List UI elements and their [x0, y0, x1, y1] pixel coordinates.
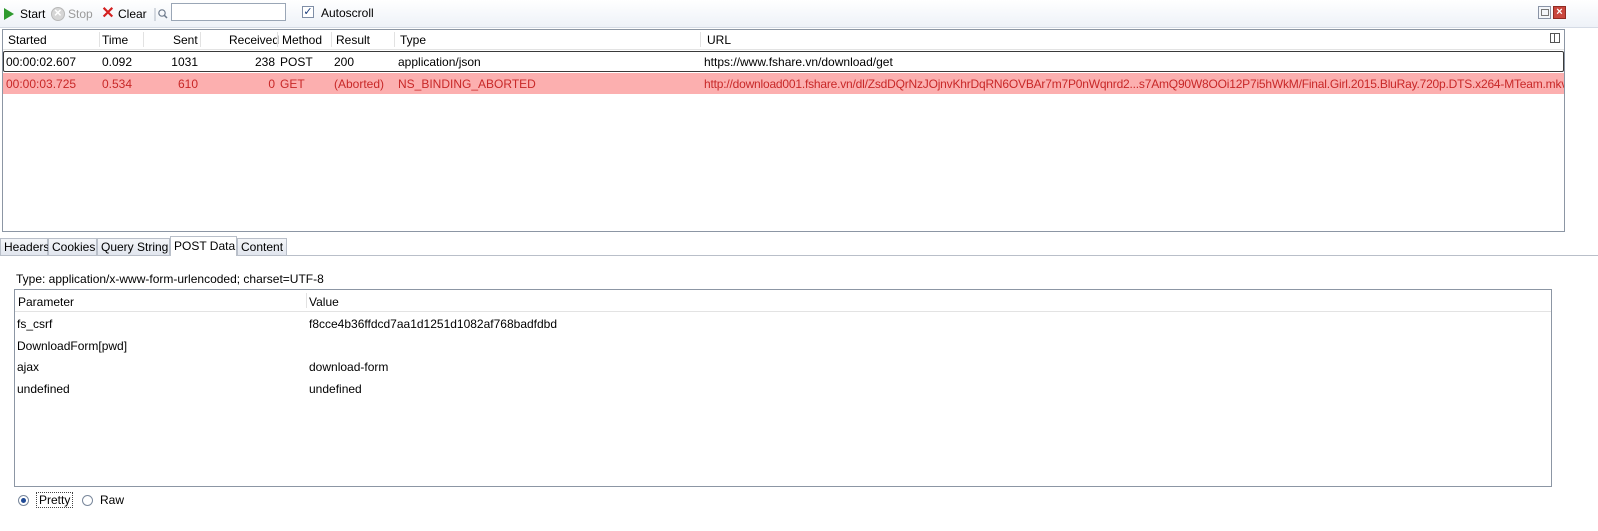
cell-result: 200 [334, 55, 355, 69]
tab-label: Content [241, 240, 284, 254]
raw-radio-option[interactable]: Raw [82, 492, 124, 508]
parameter-row[interactable]: ajax download-form [15, 356, 1551, 377]
parameter-table-header: Parameter Value [15, 290, 1551, 312]
column-separator[interactable] [331, 32, 332, 47]
clear-icon: ✕ [101, 4, 115, 22]
cell-started: 00:00:03.725 [6, 77, 77, 91]
column-separator[interactable] [306, 293, 307, 308]
tab-post-data[interactable]: POST Data [170, 236, 237, 256]
request-row[interactable]: 00:00:03.725 0.534 610 0 GET (Aborted) N… [3, 73, 1564, 94]
cell-method: GET [280, 77, 305, 91]
tab-label: Cookies [52, 240, 96, 254]
stop-button[interactable]: Stop [51, 5, 93, 22]
raw-radio[interactable] [82, 494, 93, 506]
param-name: fs_csrf [17, 317, 53, 331]
cell-received: 0 [268, 77, 275, 91]
toolbar: Start Stop ✕ Clear ✓ Autoscroll × [0, 0, 1598, 28]
start-label: Start [20, 6, 46, 21]
cell-url: https://www.fshare.vn/download/get [704, 55, 893, 69]
column-method[interactable]: Method [282, 33, 322, 47]
column-chooser-icon[interactable] [1550, 33, 1560, 43]
restore-window-icon[interactable] [1538, 6, 1551, 19]
tab-label: POST Data [174, 239, 236, 253]
column-parameter[interactable]: Parameter [18, 295, 74, 309]
column-separator[interactable] [700, 32, 701, 47]
column-time[interactable]: Time [102, 33, 128, 47]
detail-tabs: Headers Cookies Query String POST Data C… [0, 236, 1598, 256]
cell-result: (Aborted) [334, 77, 385, 91]
parameter-row[interactable]: DownloadForm[pwd] [15, 335, 1551, 356]
stop-label: Stop [68, 6, 93, 21]
pretty-label: Pretty [36, 492, 74, 508]
pretty-radio-option[interactable]: Pretty [18, 492, 74, 508]
tab-cookies[interactable]: Cookies [48, 238, 97, 255]
pretty-radio[interactable] [18, 494, 29, 506]
clear-button[interactable]: ✕ Clear [101, 4, 147, 22]
column-result[interactable]: Result [336, 33, 370, 47]
column-started[interactable]: Started [8, 33, 47, 47]
parameter-row[interactable]: fs_csrf f8cce4b36ffdcd7aa1d1251d1082af76… [15, 313, 1551, 334]
parameter-table: Parameter Value fs_csrf f8cce4b36ffdcd7a… [14, 289, 1552, 487]
column-separator[interactable] [200, 32, 201, 47]
cell-type: NS_BINDING_ABORTED [398, 77, 536, 91]
column-separator[interactable] [277, 32, 278, 47]
column-value[interactable]: Value [309, 295, 339, 309]
cell-time: 0.534 [102, 77, 133, 91]
cell-started: 00:00:02.607 [6, 55, 77, 69]
param-value: undefined [309, 382, 362, 396]
close-window-icon[interactable]: × [1553, 6, 1566, 19]
cell-received: 238 [254, 55, 275, 69]
tab-headers[interactable]: Headers [0, 238, 50, 255]
content-type-line: Type: application/x-www-form-urlencoded;… [16, 272, 324, 286]
cell-time: 0.092 [102, 55, 133, 69]
column-separator[interactable] [99, 32, 100, 47]
search-icon [154, 8, 168, 21]
tab-label: Headers [4, 240, 50, 254]
autoscroll-label[interactable]: Autoscroll [321, 6, 374, 20]
raw-label: Raw [100, 493, 125, 507]
request-list: Started Time Sent Received Method Result… [2, 29, 1565, 232]
autoscroll-checkbox[interactable]: ✓ [302, 6, 314, 18]
play-icon [4, 7, 14, 20]
search-input[interactable] [171, 3, 286, 21]
cell-method: POST [280, 55, 313, 69]
clear-label: Clear [118, 6, 147, 21]
parameter-row[interactable]: undefined undefined [15, 378, 1551, 399]
column-type[interactable]: Type [400, 33, 426, 47]
cell-sent: 1031 [171, 55, 198, 69]
tab-query-string[interactable]: Query String [97, 238, 170, 255]
param-name: undefined [17, 382, 70, 396]
param-name: DownloadForm[pwd] [17, 339, 128, 353]
cell-type: application/json [398, 55, 481, 69]
param-value: download-form [309, 360, 389, 374]
column-sent[interactable]: Sent [173, 33, 198, 47]
param-name: ajax [17, 360, 40, 374]
checkbox-icon: ✓ [303, 6, 313, 18]
column-received[interactable]: Received [229, 33, 279, 47]
column-url[interactable]: URL [707, 33, 731, 47]
column-separator[interactable] [143, 32, 144, 47]
stop-icon [51, 5, 65, 21]
param-value: f8cce4b36ffdcd7aa1d1251d1082af768badfdbd [309, 317, 558, 331]
start-button[interactable]: Start [4, 5, 45, 22]
cell-url: http://download001.fshare.vn/dl/ZsdDQrNz… [704, 77, 1565, 91]
column-separator[interactable] [394, 32, 395, 47]
tab-content[interactable]: Content [237, 238, 287, 255]
cell-sent: 610 [177, 77, 198, 91]
tab-label: Query String [101, 240, 169, 254]
request-list-header: Started Time Sent Received Method Result… [3, 30, 1564, 50]
request-row[interactable]: 00:00:02.607 0.092 1031 238 POST 200 app… [3, 51, 1564, 72]
